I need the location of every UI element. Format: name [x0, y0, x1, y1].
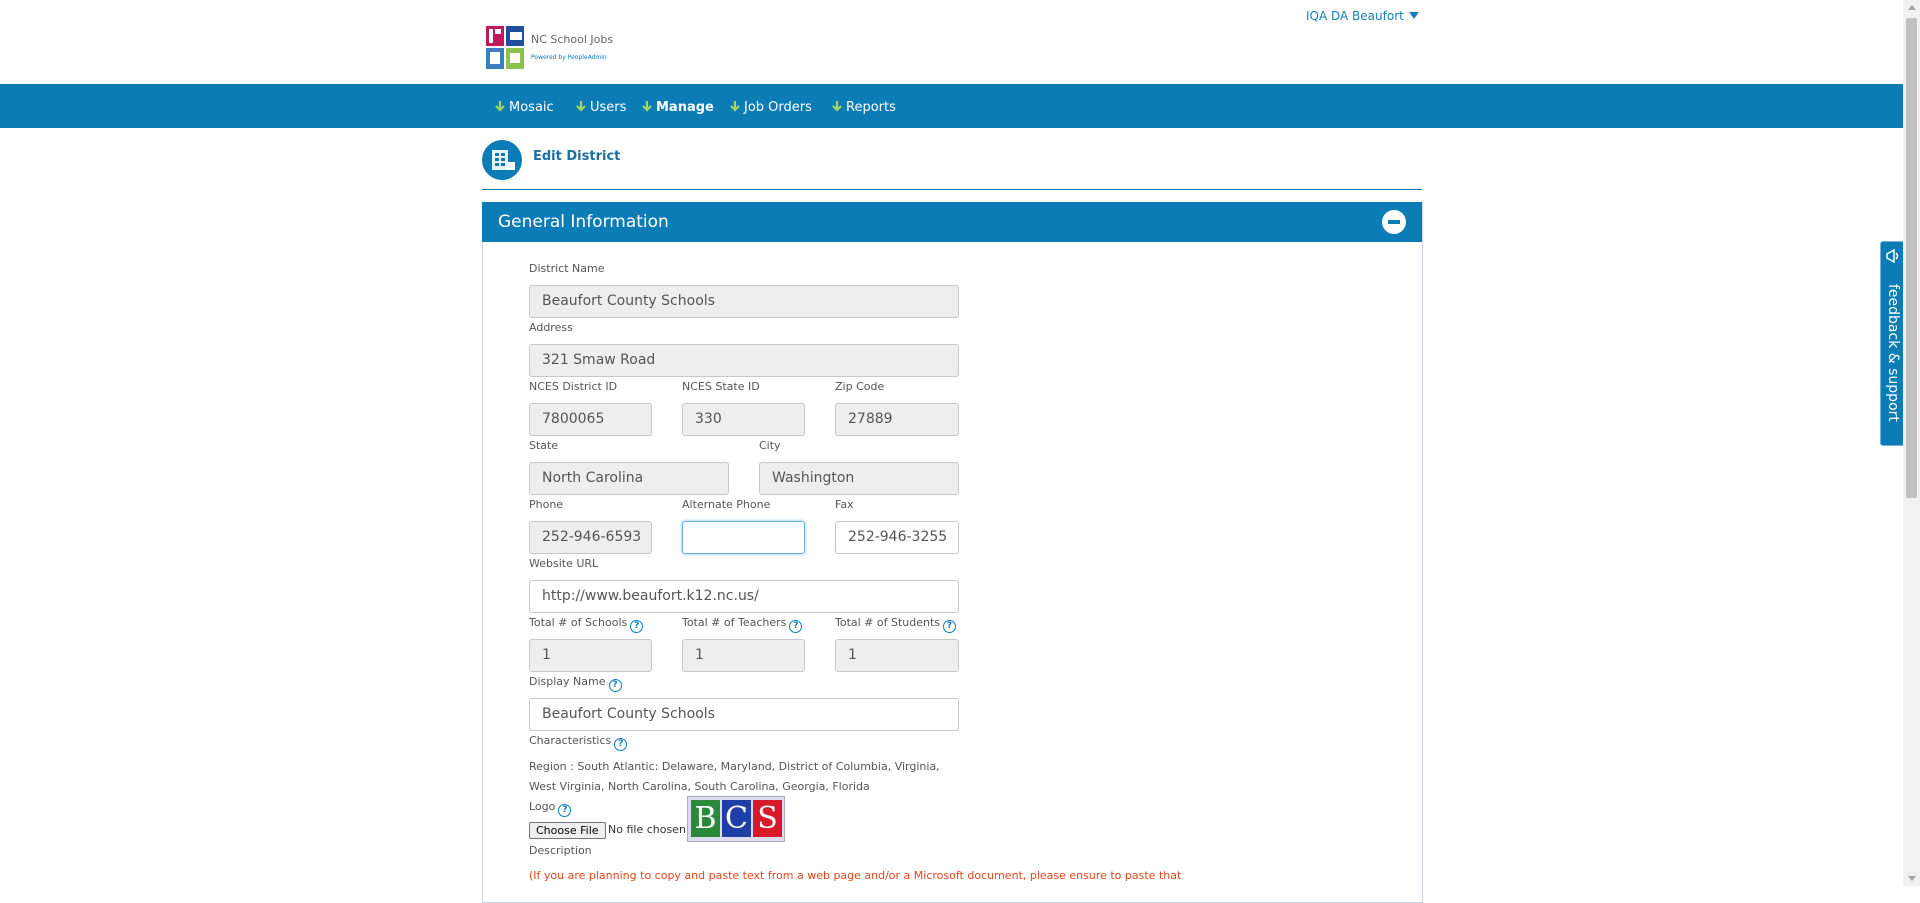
state-label: State [529, 439, 559, 452]
help-icon[interactable]: ? [614, 738, 628, 751]
logo-letter: C [722, 800, 751, 837]
logo-label-text: Logo [529, 800, 556, 813]
district-name-field[interactable]: Beaufort County Schools [529, 285, 959, 318]
arrow-down-icon [642, 101, 652, 112]
total-students-label: Total # of Students? [835, 616, 957, 633]
fax-field[interactable]: 252-946-3255 [835, 521, 959, 554]
city-field[interactable]: Washington [759, 462, 959, 495]
characteristics-label: Characteristics? [529, 734, 628, 751]
logo-letter: S [753, 800, 782, 837]
help-icon[interactable]: ? [630, 620, 644, 633]
megaphone-icon [1886, 248, 1899, 264]
nav-label: Mosaic [509, 100, 554, 115]
district-name-label: District Name [529, 262, 605, 275]
phone-field[interactable]: 252-946-6593 [529, 521, 652, 554]
site-logo[interactable]: NC School Jobs Powered by PeopleAdmin [486, 26, 616, 72]
total-teachers-field[interactable]: 1 [682, 639, 805, 672]
logo-label: Logo? [529, 800, 572, 817]
logo-subtitle: Powered by PeopleAdmin [531, 54, 607, 61]
district-icon [482, 140, 522, 180]
total-students-label-text: Total # of Students [835, 616, 941, 629]
main-navbar: Mosaic Users Manage Job Orders Reports [0, 84, 1903, 128]
no-file-text: No file chosen [608, 823, 686, 836]
state-field[interactable]: North Carolina [529, 462, 729, 495]
zip-code-field[interactable]: 27889 [835, 403, 959, 436]
arrow-down-icon [832, 101, 842, 112]
nces-district-id-field[interactable]: 7800065 [529, 403, 652, 436]
nav-item-reports[interactable]: Reports [831, 100, 896, 115]
feedback-label: feedback & support [1885, 284, 1901, 422]
user-menu[interactable]: IQA DA Beaufort [1306, 9, 1419, 23]
user-name: IQA DA Beaufort [1306, 9, 1404, 23]
nces-state-id-label: NCES State ID [682, 380, 760, 393]
display-name-label-text: Display Name [529, 675, 606, 688]
fax-label: Fax [835, 498, 854, 511]
page-title: Edit District [533, 149, 621, 164]
scrollbar-thumb[interactable] [1906, 18, 1917, 498]
phone-label: Phone [529, 498, 564, 511]
characteristics-label-text: Characteristics [529, 734, 612, 747]
website-url-label: Website URL [529, 557, 599, 570]
nav-label: Manage [656, 100, 714, 115]
description-label: Description [529, 844, 592, 857]
nav-label: Job Orders [744, 100, 812, 115]
arrow-down-icon [730, 101, 740, 112]
total-students-field[interactable]: 1 [835, 639, 959, 672]
help-icon[interactable]: ? [943, 620, 957, 633]
nav-label: Users [590, 100, 627, 115]
collapse-icon[interactable] [1382, 210, 1406, 234]
total-teachers-label-text: Total # of Teachers [682, 616, 787, 629]
nav-item-mosaic[interactable]: Mosaic [494, 100, 554, 115]
choose-file-button[interactable]: Choose File [529, 822, 606, 839]
alternate-phone-label: Alternate Phone [682, 498, 771, 511]
arrow-down-icon [576, 101, 586, 112]
logo-letter: B [691, 800, 720, 837]
address-label: Address [529, 321, 573, 334]
nces-district-id-label: NCES District ID [529, 380, 618, 393]
total-schools-field[interactable]: 1 [529, 639, 652, 672]
city-label: City [759, 439, 781, 452]
alternate-phone-field[interactable] [682, 521, 805, 554]
scroll-down-icon[interactable] [1908, 876, 1916, 881]
nc-school-jobs-logo-icon [486, 26, 524, 69]
nav-item-job-orders[interactable]: Job Orders [729, 100, 812, 115]
display-name-field[interactable]: Beaufort County Schools [529, 698, 959, 731]
total-schools-label: Total # of Schools? [529, 616, 644, 633]
district-logo-image: B C S [687, 796, 785, 842]
display-name-label: Display Name? [529, 675, 622, 692]
nav-item-manage[interactable]: Manage [641, 100, 714, 115]
logo-title: NC School Jobs [531, 33, 614, 46]
nav-item-users[interactable]: Users [575, 100, 626, 115]
website-url-field[interactable]: http://www.beaufort.k12.nc.us/ [529, 580, 959, 613]
page-scrollbar[interactable] [1903, 0, 1920, 886]
help-icon[interactable]: ? [608, 679, 622, 692]
panel-title: General Information [498, 212, 669, 232]
total-teachers-label: Total # of Teachers? [682, 616, 803, 633]
description-warning: (If you are planning to copy and paste t… [529, 869, 1182, 882]
divider [482, 189, 1422, 190]
help-icon[interactable]: ? [558, 804, 572, 817]
total-schools-label-text: Total # of Schools [529, 616, 628, 629]
nav-label: Reports [846, 100, 896, 115]
arrow-down-icon [495, 101, 505, 112]
nces-state-id-field[interactable]: 330 [682, 403, 805, 436]
caret-down-icon [1408, 12, 1419, 19]
help-icon[interactable]: ? [789, 620, 803, 633]
zip-code-label: Zip Code [835, 380, 885, 393]
panel-header: General Information [482, 202, 1422, 242]
region-text: Region : South Atlantic: Delaware, Maryl… [529, 760, 940, 793]
address-field[interactable]: 321 Smaw Road [529, 344, 959, 377]
scroll-up-icon[interactable] [1908, 5, 1916, 10]
